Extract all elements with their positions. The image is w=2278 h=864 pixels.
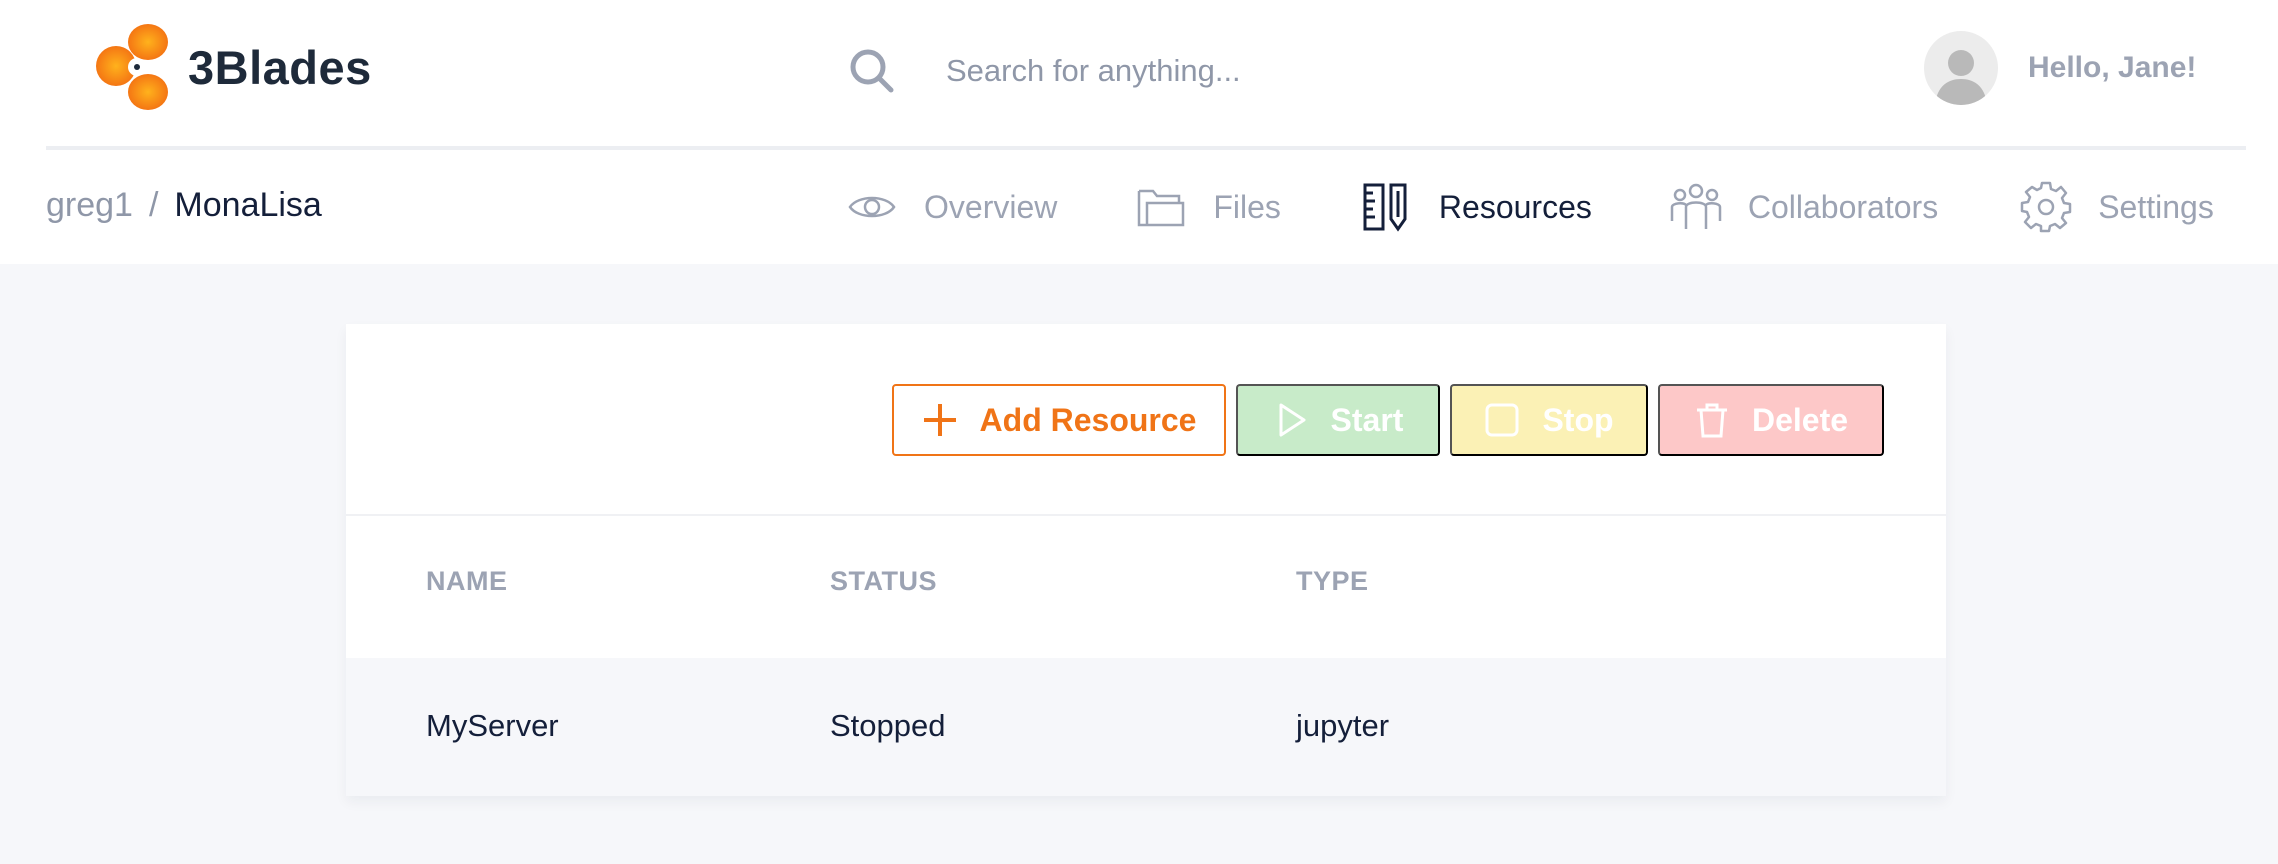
stop-icon <box>1485 403 1519 437</box>
folder-icon <box>1138 189 1185 227</box>
tab-resources[interactable]: Resources <box>1361 181 1592 233</box>
resource-type: jupyter <box>1296 708 1390 743</box>
user-menu[interactable]: Hello, Jane! <box>1924 30 2196 106</box>
people-icon <box>1670 183 1722 229</box>
column-header-name[interactable]: NAME <box>426 566 508 597</box>
column-header-status[interactable]: STATUS <box>830 566 937 597</box>
resource-toolbar: Add Resource Start Stop Delete <box>346 324 1946 516</box>
project-tabs: Overview Files Resources Collaborators S… <box>846 176 2214 238</box>
brand-logo[interactable]: 3Blades <box>94 22 394 112</box>
breadcrumb: greg1 / MonaLisa <box>46 180 322 230</box>
avatar[interactable] <box>1924 31 1998 105</box>
delete-label: Delete <box>1751 401 1849 438</box>
table-row[interactable]: MyServer Stopped jupyter <box>346 658 1946 796</box>
header-divider <box>46 146 2246 150</box>
user-greeting: Hello, Jane! <box>2028 51 2197 84</box>
tab-label: Collaborators <box>1747 188 1939 225</box>
column-header-type[interactable]: TYPE <box>1296 566 1369 597</box>
trash-icon <box>1696 403 1727 438</box>
logo-icon <box>96 24 168 110</box>
breadcrumb-project: MonaLisa <box>174 185 322 224</box>
top-navigation: 3Blades Hello, Jane! greg1 / MonaLisa <box>0 0 2278 264</box>
resource-status: Stopped <box>830 708 946 743</box>
tab-label: Overview <box>924 188 1058 225</box>
tab-label: Files <box>1213 188 1281 225</box>
gear-icon <box>2020 181 2072 233</box>
plus-icon <box>923 404 956 436</box>
eye-icon <box>848 196 896 218</box>
breadcrumb-owner-link[interactable]: greg1 <box>46 186 133 225</box>
stop-button[interactable]: Stop <box>1450 384 1648 456</box>
table-header: NAME STATUS TYPE <box>346 518 1946 654</box>
search-input[interactable] <box>946 46 1426 96</box>
search-bar <box>846 40 1446 102</box>
resources-panel: Add Resource Start Stop Delete NAME STAT… <box>346 324 1946 796</box>
tab-files[interactable]: Files <box>1135 181 1281 233</box>
delete-button[interactable]: Delete <box>1658 384 1884 456</box>
tab-label: Settings <box>2098 188 2214 225</box>
tab-settings[interactable]: Settings <box>2020 181 2214 233</box>
search-icon[interactable] <box>846 45 898 97</box>
add-resource-label: Add Resource <box>979 401 1197 438</box>
tab-overview[interactable]: Overview <box>846 181 1057 233</box>
breadcrumb-separator: / <box>148 185 159 224</box>
header: 3Blades Hello, Jane! <box>0 0 2278 148</box>
user-silhouette-icon <box>1935 50 1987 105</box>
tab-collaborators[interactable]: Collaborators <box>1670 181 1938 233</box>
resource-name[interactable]: MyServer <box>426 708 559 744</box>
start-button[interactable]: Start <box>1236 384 1440 456</box>
tab-label: Resources <box>1438 188 1592 225</box>
stop-label: Stop <box>1542 401 1614 438</box>
start-label: Start <box>1330 401 1404 438</box>
ruler-pencil-icon <box>1363 183 1407 232</box>
add-resource-button[interactable]: Add Resource <box>892 384 1226 456</box>
brand-name: 3Blades <box>188 40 372 94</box>
play-icon <box>1279 403 1306 437</box>
